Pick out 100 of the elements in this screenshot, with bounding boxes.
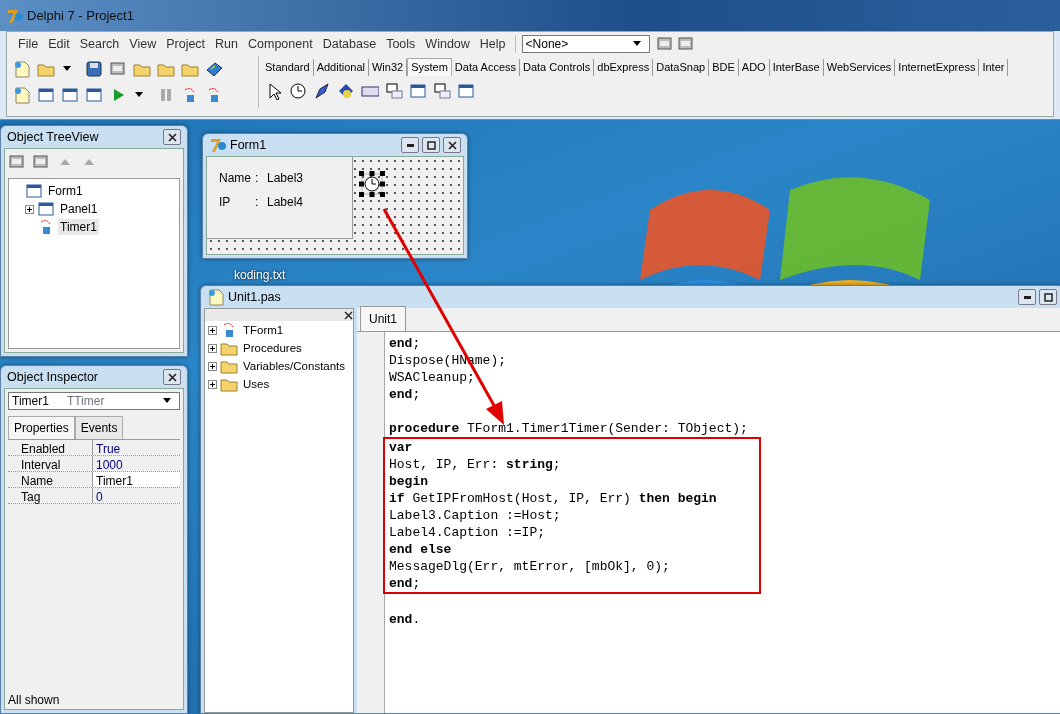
close-icon: [167, 132, 177, 142]
status-text: All shown: [7, 692, 61, 709]
palette-tab[interactable]: Additional: [313, 59, 369, 76]
close-button[interactable]: [163, 369, 181, 385]
inspector-tab[interactable]: Properties: [8, 416, 75, 439]
menu-item[interactable]: Project: [161, 34, 211, 54]
palette-tab[interactable]: Data Controls: [520, 59, 595, 76]
code-line: Host, IP, Err: string;: [383, 456, 761, 473]
object-combo[interactable]: Timer1 TTimer: [8, 392, 180, 410]
window-title: Form1: [230, 136, 268, 154]
close-icon[interactable]: [344, 310, 353, 320]
editor-tab[interactable]: Unit1: [360, 306, 406, 331]
property-row[interactable]: Enabled True: [8, 440, 180, 456]
new-icon[interactable]: [13, 60, 31, 78]
expander-icon[interactable]: [208, 379, 217, 389]
desktop-icon[interactable]: [676, 35, 695, 53]
menu-item[interactable]: Window: [420, 34, 475, 54]
window-title: Unit1.pas: [228, 288, 282, 306]
units-icon[interactable]: [13, 86, 31, 104]
tree-item[interactable]: Panel1: [58, 201, 100, 217]
object-type: TTimer: [65, 393, 106, 410]
property-name: Enabled: [8, 440, 93, 455]
label-caption: Name: [219, 170, 252, 187]
property-name: Interval: [8, 456, 93, 471]
property-value: 0: [95, 489, 104, 503]
max-icon: [1043, 292, 1053, 302]
explorer-item[interactable]: Procedures: [241, 340, 304, 356]
explorer-item[interactable]: Uses: [241, 376, 272, 392]
menu-item[interactable]: Run: [210, 34, 244, 54]
dde-server-item-icon[interactable]: [457, 82, 475, 100]
save-icon[interactable]: [85, 60, 103, 78]
code-line: Label3.Caption :=Host;: [383, 507, 761, 524]
delphi-logo-icon: [209, 136, 227, 154]
code-line: WSACleanup;: [388, 369, 475, 386]
explorer-item[interactable]: TForm1: [241, 322, 286, 338]
palette-tab[interactable]: ADO: [738, 59, 770, 76]
menu-item[interactable]: Tools: [381, 34, 421, 54]
property-row[interactable]: Name Timer1: [8, 472, 180, 488]
menu-item[interactable]: File: [13, 34, 44, 54]
code-line: end;: [383, 575, 761, 594]
desktop-icon-label[interactable]: koding.txt: [234, 266, 286, 284]
palette-tab[interactable]: Standard: [262, 59, 314, 76]
close-button[interactable]: [163, 129, 181, 145]
palette-tab[interactable]: InternetExpress: [895, 59, 980, 76]
palette-tab[interactable]: InterBase: [769, 59, 824, 76]
forms-icon[interactable]: [37, 86, 55, 104]
dde-item-icon[interactable]: [409, 82, 427, 100]
expander-icon[interactable]: [208, 343, 217, 353]
config-combo[interactable]: <None>: [521, 35, 650, 53]
code-line: begin: [383, 473, 761, 490]
property-value: 1000: [95, 457, 124, 471]
palette-tab[interactable]: dbExpress: [594, 59, 654, 76]
palette-tab[interactable]: BDE: [709, 59, 739, 76]
panel-icon: [37, 200, 55, 218]
label-caption: IP: [219, 194, 232, 211]
min-button[interactable]: [1018, 289, 1036, 305]
document-icon: [207, 288, 225, 306]
label-separator: :: [255, 194, 260, 211]
menu-item[interactable]: Component: [243, 34, 318, 54]
menu-item[interactable]: Database: [317, 34, 382, 54]
window-title: Object Inspector: [7, 368, 99, 386]
object-name: Timer1: [11, 393, 49, 410]
new-form-icon[interactable]: [85, 86, 103, 104]
desktop-save-icon[interactable]: [655, 35, 674, 53]
max-button[interactable]: [422, 137, 440, 153]
palette-tab[interactable]: WebServices: [823, 59, 896, 76]
menu-item[interactable]: View: [124, 34, 162, 54]
close-button[interactable]: [443, 137, 461, 153]
min-button[interactable]: [401, 137, 419, 153]
timer-component-icon[interactable]: [359, 171, 385, 197]
inspector-tab[interactable]: Events: [74, 416, 124, 439]
property-row[interactable]: Tag 0: [8, 488, 180, 504]
expander-icon[interactable]: [25, 204, 34, 214]
code-line: end.: [388, 611, 421, 628]
property-name: Tag: [8, 488, 93, 503]
window-title: Delphi 7 - Project1: [27, 6, 134, 25]
code-line: procedure TForm1.Timer1Timer(Sender: TObject);: [388, 420, 748, 437]
close-icon: [447, 140, 457, 150]
palette-tab[interactable]: Inter: [979, 59, 1009, 76]
explorer-item[interactable]: Variables/Constants: [241, 358, 348, 374]
menu-item[interactable]: Edit: [43, 34, 75, 54]
label-control: Label3: [267, 169, 304, 187]
menu-item[interactable]: Search: [74, 34, 125, 54]
expander-icon[interactable]: [208, 361, 217, 371]
combo-value: <None>: [524, 36, 570, 53]
property-value: Timer1: [93, 472, 180, 487]
form-icon: [25, 182, 43, 200]
expander-icon[interactable]: [208, 325, 217, 335]
palette-tab[interactable]: System: [407, 58, 452, 76]
toggle-icon[interactable]: [61, 86, 79, 104]
tree-item[interactable]: Timer1: [58, 219, 99, 235]
code-line: if GetIPFromHost(Host, IP, Err) then begin: [383, 490, 761, 507]
palette-tab[interactable]: DataSnap: [653, 59, 710, 76]
palette-tab[interactable]: Data Access: [451, 59, 520, 76]
window-title: Object TreeView: [7, 128, 100, 146]
tree-item[interactable]: Form1: [46, 183, 85, 199]
max-icon: [426, 140, 436, 150]
max-button[interactable]: [1039, 289, 1057, 305]
menu-item[interactable]: Help: [474, 34, 511, 54]
property-value: True: [95, 441, 122, 455]
